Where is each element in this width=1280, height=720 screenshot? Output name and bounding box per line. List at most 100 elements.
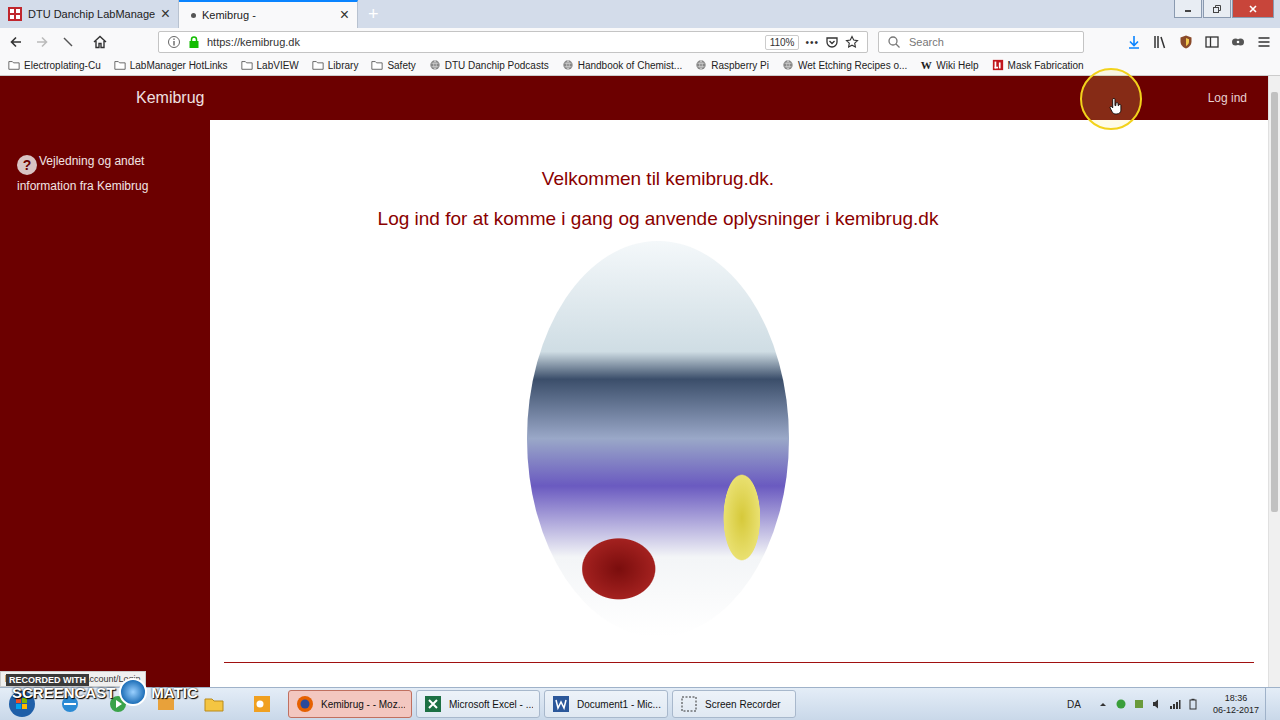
bookmark-item[interactable]: LabVIEW bbox=[241, 59, 299, 71]
folder-icon bbox=[114, 59, 126, 71]
home-icon[interactable] bbox=[92, 34, 108, 50]
tab-label: DTU Danchip LabManager 4.0 bbox=[28, 8, 155, 20]
navigation-bar: https://kemibrug.dk 110% ••• Search bbox=[0, 28, 1280, 56]
bookmark-item[interactable]: Raspberry Pi bbox=[695, 59, 769, 71]
scrollbar-thumb[interactable] bbox=[1271, 92, 1278, 512]
bookmark-label: Wet Etching Recipes o... bbox=[798, 60, 907, 71]
new-tab-button[interactable]: + bbox=[358, 0, 389, 28]
bookmark-item[interactable]: Wet Etching Recipes o... bbox=[782, 59, 907, 71]
screen: DTU Danchip LabManager 4.0×Kemibrug -×+h… bbox=[0, 0, 1280, 720]
taskbar-item[interactable]: Document1 - Mic... bbox=[544, 690, 668, 718]
minimize-icon bbox=[1183, 4, 1193, 14]
extension-icon[interactable] bbox=[1230, 34, 1246, 50]
outlook-icon[interactable] bbox=[250, 692, 274, 716]
hand-cursor-icon bbox=[1109, 98, 1122, 115]
minimize-button[interactable] bbox=[1174, 0, 1202, 18]
page-body: ?Vejledning og andet information fra Kem… bbox=[0, 120, 1268, 687]
restore-icon bbox=[1212, 4, 1222, 14]
bookmark-item[interactable]: LabManager HotLinks bbox=[114, 59, 228, 71]
labmanager-icon bbox=[8, 7, 22, 21]
folder-icon bbox=[241, 59, 253, 71]
recorder-icon bbox=[679, 694, 699, 714]
restore-button[interactable] bbox=[1203, 0, 1231, 18]
library-icon[interactable] bbox=[1152, 34, 1168, 50]
show-desktop-button[interactable] bbox=[1265, 688, 1280, 720]
welcome-subtitle: Log ind for at komme i gang og anvende o… bbox=[378, 205, 939, 233]
explorer-icon[interactable] bbox=[202, 692, 226, 716]
word-icon bbox=[551, 694, 571, 714]
login-link[interactable]: Log ind bbox=[1208, 91, 1247, 105]
close-window-button[interactable] bbox=[1232, 0, 1274, 18]
page-actions-button[interactable]: ••• bbox=[805, 37, 819, 48]
show-hidden-icon[interactable] bbox=[1097, 698, 1109, 710]
scrollbar[interactable] bbox=[1268, 76, 1280, 687]
language-indicator[interactable]: DA bbox=[1067, 699, 1081, 710]
bookmark-item[interactable]: Handbook of Chemist... bbox=[562, 59, 683, 71]
bookmark-item[interactable]: DTU Danchip Podcasts bbox=[429, 59, 549, 71]
watermark-left: SCREENCAST bbox=[12, 684, 115, 701]
taskbar-label: Microsoft Excel - ... bbox=[449, 699, 533, 710]
battery-icon[interactable] bbox=[1187, 698, 1199, 710]
site-brand[interactable]: Kemibrug bbox=[136, 89, 204, 107]
sidebar: ?Vejledning og andet information fra Kem… bbox=[0, 120, 210, 687]
sync-icon[interactable] bbox=[1115, 698, 1127, 710]
folder-icon bbox=[8, 59, 20, 71]
security-icon[interactable] bbox=[1133, 698, 1145, 710]
loading-icon bbox=[191, 13, 196, 18]
stop-icon[interactable] bbox=[60, 34, 76, 50]
zoom-indicator[interactable]: 110% bbox=[765, 35, 800, 50]
download-icon[interactable] bbox=[1126, 34, 1142, 50]
welcome-section: Velkommen til kemibrug.dk. Log ind for at… bbox=[224, 120, 1092, 636]
url-text: https://kemibrug.dk bbox=[207, 36, 759, 48]
browser-tab[interactable]: Kemibrug - × bbox=[179, 0, 358, 28]
bookmark-label: Handbook of Chemist... bbox=[578, 60, 683, 71]
firefox-icon bbox=[295, 694, 315, 714]
page-content: Kemibrug Log ind ?Vejledning og andet info… bbox=[0, 76, 1268, 687]
taskbar-item[interactable]: Screen Recorder bbox=[672, 690, 796, 718]
watermark-brand: SCREENCAST MATIC bbox=[12, 678, 198, 706]
tab-label: Kemibrug - bbox=[202, 9, 334, 21]
info-icon[interactable] bbox=[167, 35, 181, 49]
pocket-icon[interactable] bbox=[825, 35, 839, 49]
clock[interactable]: 18:3606-12-2017 bbox=[1213, 692, 1259, 716]
network-icon[interactable] bbox=[1169, 698, 1181, 710]
watermark-orb-icon bbox=[119, 678, 147, 706]
bookmark-label: Electroplating-Cu bbox=[24, 60, 101, 71]
url-field[interactable]: https://kemibrug.dk 110% ••• bbox=[158, 31, 868, 53]
browser-tab[interactable]: DTU Danchip LabManager 4.0 × bbox=[0, 0, 179, 28]
sidebar-item[interactable]: ?Vejledning og andet information fra Kem… bbox=[17, 150, 200, 197]
bookmark-label: DTU Danchip Podcasts bbox=[445, 60, 549, 71]
search-field[interactable]: Search bbox=[878, 31, 1084, 53]
forward-icon[interactable] bbox=[34, 34, 50, 50]
bookmark-item[interactable]: Safety bbox=[371, 59, 415, 71]
bookmark-star-icon[interactable] bbox=[845, 35, 859, 49]
clock-time: 18:36 bbox=[1225, 692, 1248, 704]
bookmark-label: Safety bbox=[387, 60, 415, 71]
volume-icon[interactable] bbox=[1151, 698, 1163, 710]
welcome-title: Velkommen til kemibrug.dk. bbox=[542, 165, 774, 193]
wikipedia-icon: W bbox=[920, 59, 932, 71]
tab-close-button[interactable]: × bbox=[340, 7, 349, 23]
bookmark-item[interactable]: Library bbox=[312, 59, 359, 71]
lock-icon bbox=[187, 35, 201, 49]
folder-icon bbox=[371, 59, 383, 71]
taskbar-label: Document1 - Mic... bbox=[577, 699, 661, 710]
tab-close-button[interactable]: × bbox=[161, 6, 170, 22]
back-icon[interactable] bbox=[8, 34, 24, 50]
bookmark-item[interactable]: Mask Fabrication bbox=[992, 59, 1084, 71]
bookmark-item[interactable]: W Wiki Help bbox=[920, 59, 978, 71]
shield-icon[interactable] bbox=[1178, 34, 1194, 50]
search-icon bbox=[887, 35, 901, 49]
window-controls bbox=[1174, 0, 1280, 18]
watermark-right: MATIC bbox=[151, 684, 197, 701]
mask-app-icon bbox=[992, 59, 1004, 71]
menu-icon[interactable] bbox=[1256, 34, 1272, 50]
globe-icon bbox=[429, 59, 441, 71]
web-page: Kemibrug Log ind ?Vejledning og andet info… bbox=[0, 76, 1280, 687]
taskbar-item[interactable]: Microsoft Excel - ... bbox=[416, 690, 540, 718]
sidebar-icon[interactable] bbox=[1204, 34, 1220, 50]
taskbar-item[interactable]: Kemibrug - - Moz... bbox=[288, 690, 412, 718]
bookmark-item[interactable]: Electroplating-Cu bbox=[8, 59, 101, 71]
bookmark-label: Library bbox=[328, 60, 359, 71]
bookmark-label: Wiki Help bbox=[936, 60, 978, 71]
